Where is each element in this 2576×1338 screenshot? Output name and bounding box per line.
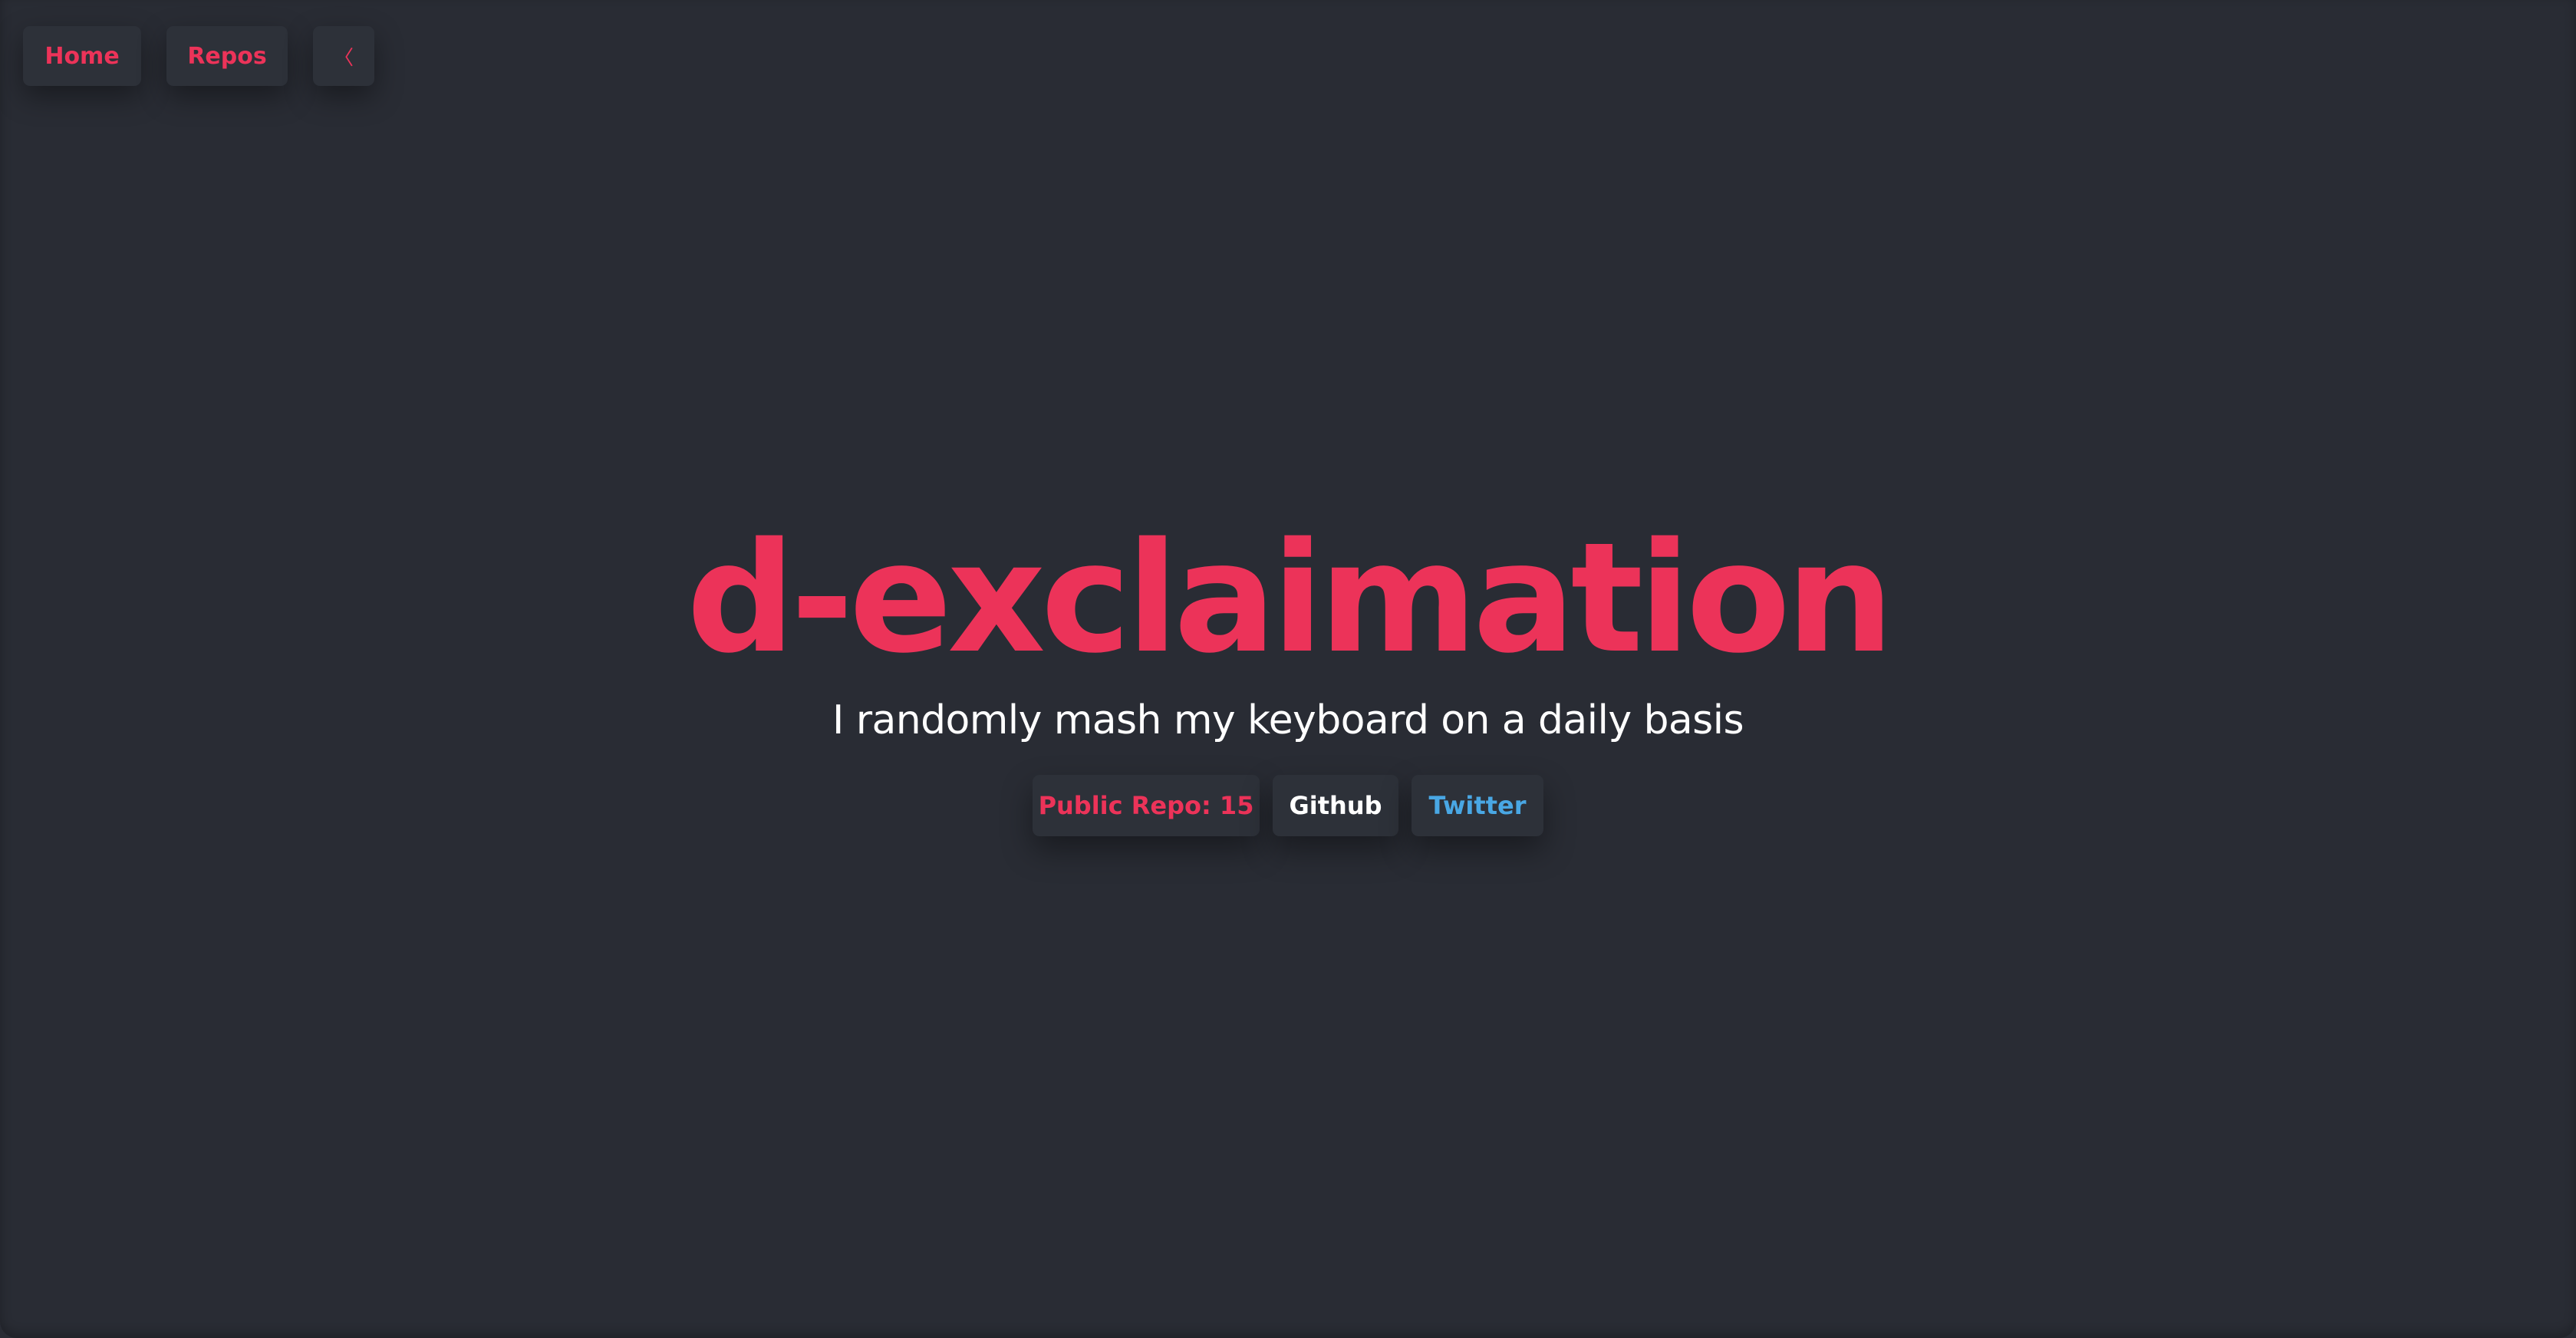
profile-links: Public Repo: 15 Github Twitter bbox=[1033, 775, 1543, 836]
top-nav: Home Repos 〈 bbox=[23, 26, 374, 86]
repos-button[interactable]: Repos bbox=[166, 26, 288, 86]
repos-button-label: Repos bbox=[187, 42, 267, 70]
github-link-label: Github bbox=[1289, 791, 1382, 820]
chevron-left-icon: 〈 bbox=[333, 46, 354, 70]
twitter-link[interactable]: Twitter bbox=[1412, 775, 1543, 836]
collapse-button[interactable]: 〈 bbox=[313, 26, 374, 86]
home-button[interactable]: Home bbox=[23, 26, 141, 86]
twitter-link-label: Twitter bbox=[1428, 791, 1527, 820]
public-repo-button[interactable]: Public Repo: 15 bbox=[1033, 775, 1260, 836]
home-button-label: Home bbox=[44, 42, 120, 70]
page-title: d-exclaimation bbox=[686, 509, 1894, 687]
public-repo-label: Public Repo: 15 bbox=[1038, 791, 1254, 820]
hero-section: d-exclaimation I randomly mash my keyboa… bbox=[0, 506, 2576, 836]
github-link[interactable]: Github bbox=[1273, 775, 1398, 836]
page-subtitle: I randomly mash my keyboard on a daily b… bbox=[832, 697, 1744, 743]
